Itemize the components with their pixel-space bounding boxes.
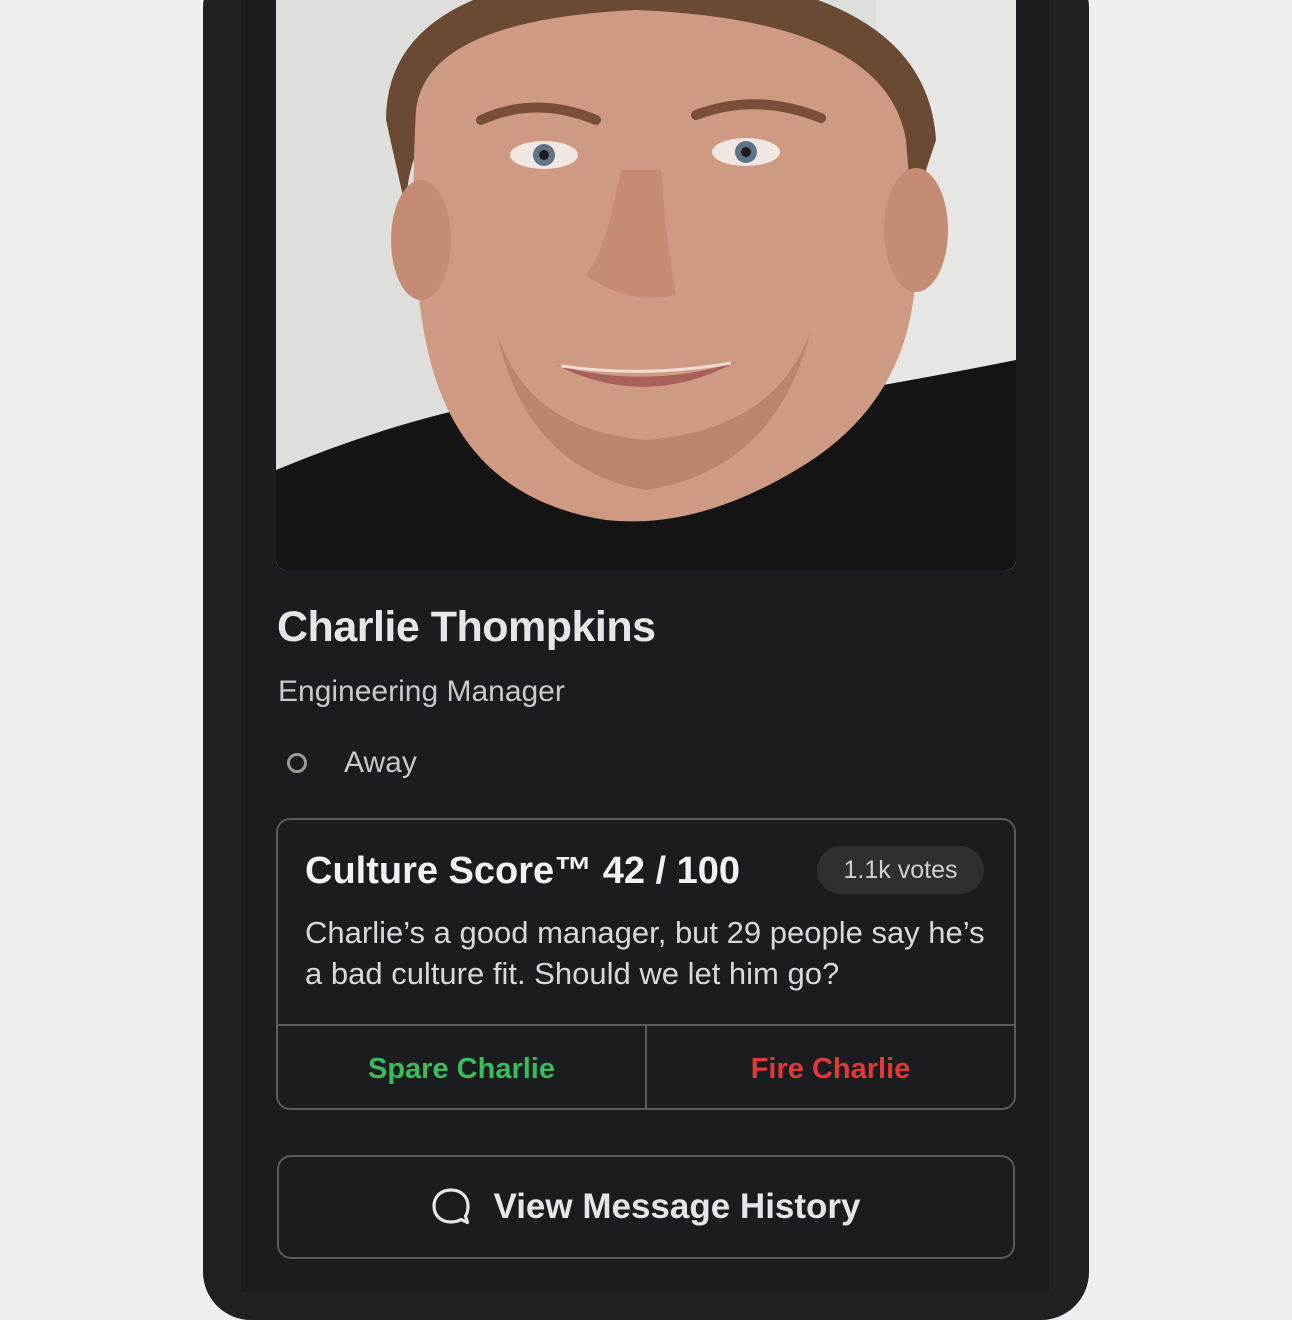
- culture-score-description: Charlie’s a good manager, but 29 people …: [305, 915, 985, 991]
- culture-score-title: Culture Score™ 42 / 100: [305, 850, 741, 892]
- culture-score-card: Culture Score™ 42 / 100 1.1k votes Charl…: [276, 818, 1016, 1110]
- votes-badge: 1.1k votes: [817, 846, 984, 894]
- profile-photo: [276, 0, 1016, 570]
- fire-button[interactable]: Fire Charlie: [647, 1026, 1014, 1108]
- speech-bubble-icon: [432, 1188, 471, 1225]
- card-actions: Spare Charlie Fire Charlie: [278, 1024, 1014, 1108]
- profile-role: Engineering Manager: [278, 675, 565, 708]
- view-message-history-label: View Message History: [493, 1187, 861, 1226]
- view-message-history-button[interactable]: View Message History: [277, 1155, 1015, 1259]
- status-label: Away: [344, 746, 417, 779]
- profile-name: Charlie Thompkins: [277, 603, 656, 651]
- spare-button[interactable]: Spare Charlie: [278, 1026, 647, 1108]
- status-away-icon: [287, 753, 307, 773]
- presence-status: Away: [287, 743, 417, 783]
